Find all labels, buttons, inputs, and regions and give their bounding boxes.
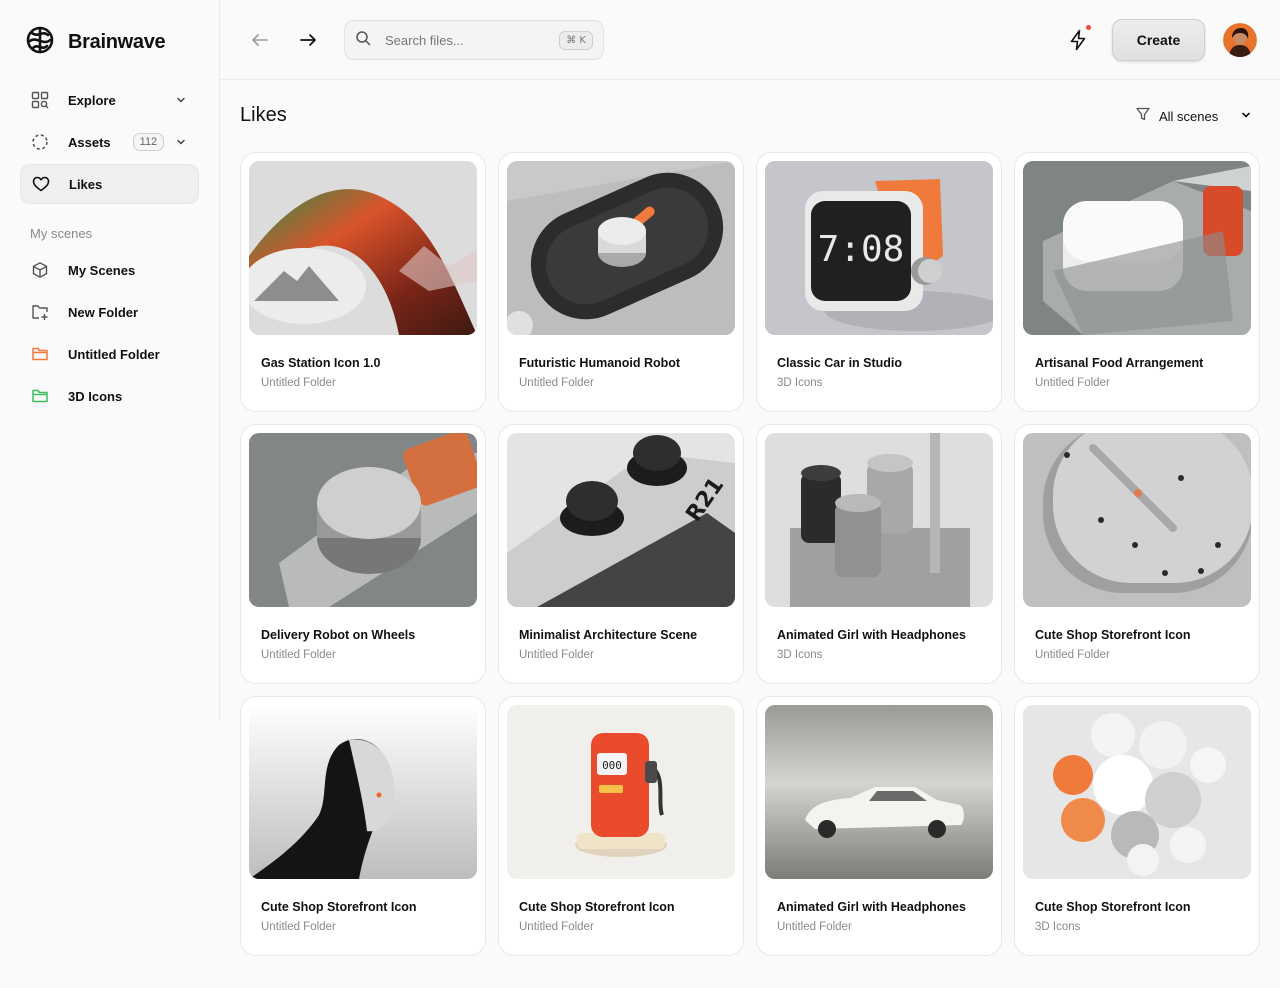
card-title: Cute Shop Storefront Icon [1035,900,1191,914]
thumbnail-car-image [765,705,993,879]
scene-card[interactable]: Artisanal Food Arrangement Untitled Fold… [1014,152,1260,412]
forward-arrow-icon[interactable] [296,28,320,52]
scene-card[interactable]: Cute Shop Storefront Icon 3D Icons [1014,696,1260,956]
brand[interactable]: Brainwave [24,24,166,61]
notifications-bolt-icon[interactable] [1064,25,1092,54]
main-nav: Explore Assets 112 Likes [20,80,199,206]
card-folder: Untitled Folder [261,377,336,389]
card-folder: Untitled Folder [1035,377,1110,389]
nav-label: Untitled Folder [68,346,160,362]
scene-card[interactable]: Cute Shop Storefront Icon Untitled Folde… [1014,424,1260,684]
thumbnail-dial-image [1023,433,1251,607]
scene-card[interactable]: Gas Station Icon 1.0 Untitled Folder [240,152,486,412]
card-folder: 3D Icons [777,377,823,389]
card-folder: Untitled Folder [519,649,594,661]
assets-count-badge: 112 [132,133,165,151]
nav-label: Likes [69,176,103,192]
back-arrow-icon[interactable] [248,28,272,52]
scene-card[interactable]: 7:08 Classic Car in Studio 3D Icons [756,152,1002,412]
topbar: ⌘ K Create [220,0,1280,80]
filter-label: All scenes [1159,109,1219,124]
card-title: Minimalist Architecture Scene [519,628,698,642]
scene-card[interactable]: Cute Shop Storefront Icon Untitled Folde… [240,696,486,956]
thumbnail-gamepad-image: R21 [507,433,735,607]
scene-card[interactable]: Animated Girl with Headphones Untitled F… [756,696,1002,956]
scene-card[interactable]: Animated Girl with Headphones 3D Icons [756,424,1002,684]
search-shortcut-hint: ⌘ K [559,30,593,50]
folder-orange-icon [30,344,50,364]
scenes-nav: My Scenes New Folder Untitled Folder 3D … [20,250,199,418]
card-title: Cute Shop Storefront Icon [519,900,675,914]
card-folder: Untitled Folder [519,377,594,389]
nav-label: Assets [68,134,111,150]
grid-search-icon [30,90,50,110]
nav-label: 3D Icons [68,388,123,404]
thumbnail-slot-image [507,161,735,335]
thumbnail-box-image [1023,161,1251,335]
folder-plus-icon [30,302,50,322]
scene-card[interactable]: Futuristic Humanoid Robot Untitled Folde… [498,152,744,412]
brand-name: Brainwave [68,31,166,53]
card-title: Artisanal Food Arrangement [1035,356,1204,370]
nav-label: New Folder [68,304,139,320]
create-button[interactable]: Create [1112,19,1205,61]
thumbnail-clock-image: 7:08 [765,161,993,335]
chevron-down-icon [1240,108,1252,126]
nav-label: Explore [68,92,116,108]
nav-label: My Scenes [68,262,136,278]
card-title: Classic Car in Studio [777,356,903,370]
nav-item-explore[interactable]: Explore [20,80,199,120]
dashed-circle-icon [30,132,50,152]
card-folder: Untitled Folder [519,921,594,933]
card-folder: Untitled Folder [1035,649,1110,661]
thumbnail-wave-image [249,161,477,335]
svg-text:7:08: 7:08 [818,229,905,270]
thumbnail-knob-image [249,433,477,607]
card-title: Delivery Robot on Wheels [261,628,416,642]
cube-icon [30,260,50,280]
nav-item-3d-icons[interactable]: 3D Icons [20,376,199,416]
brainwave-logo-icon [24,24,56,61]
page-title: Likes [240,104,287,126]
thumbnail-pins-image [765,433,993,607]
nav-item-likes[interactable]: Likes [20,164,199,204]
scene-card[interactable]: 000 Cute Shop Storefront Icon Untitled F… [498,696,744,956]
card-title: Cute Shop Storefront Icon [261,900,417,914]
card-title: Animated Girl with Headphones [777,900,966,914]
svg-text:000: 000 [602,759,622,772]
filter-funnel-icon [1135,106,1151,127]
card-title: Cute Shop Storefront Icon [1035,628,1191,642]
sidebar: Brainwave Explore Assets 112 Likes My sc… [0,0,220,720]
app-root: Brainwave Explore Assets 112 Likes My sc… [0,0,1280,988]
thumbnail-pump-image: 000 [507,705,735,879]
scene-card[interactable]: R21 Minimalist Architecture Scene Untitl… [498,424,744,684]
thumbnail-spheres-image [1023,705,1251,879]
heart-icon [31,174,51,194]
nav-item-my-scenes[interactable]: My Scenes [20,250,199,290]
card-folder: 3D Icons [1035,921,1081,933]
chevron-down-icon[interactable] [175,93,189,107]
chevron-down-icon[interactable] [175,135,189,149]
card-folder: Untitled Folder [777,921,852,933]
scene-filter-dropdown[interactable]: All scenes [1135,106,1252,127]
card-title: Animated Girl with Headphones [777,628,966,642]
thumbnail-head-image [249,705,477,879]
search-icon [355,30,371,51]
nav-item-assets[interactable]: Assets 112 [20,122,199,162]
search-box: ⌘ K [344,20,604,60]
card-title: Gas Station Icon 1.0 [261,356,381,370]
search-input[interactable] [385,32,545,48]
card-folder: 3D Icons [777,649,823,661]
scene-card[interactable]: Delivery Robot on Wheels Untitled Folder [240,424,486,684]
section-label-my-scenes: My scenes [30,226,93,241]
card-title: Futuristic Humanoid Robot [519,356,681,370]
notification-dot [1086,25,1091,30]
folder-green-icon [30,386,50,406]
nav-item-untitled-folder[interactable]: Untitled Folder [20,334,199,374]
card-folder: Untitled Folder [261,921,336,933]
nav-item-new-folder[interactable]: New Folder [20,292,199,332]
user-avatar[interactable] [1223,23,1257,57]
card-folder: Untitled Folder [261,649,336,661]
